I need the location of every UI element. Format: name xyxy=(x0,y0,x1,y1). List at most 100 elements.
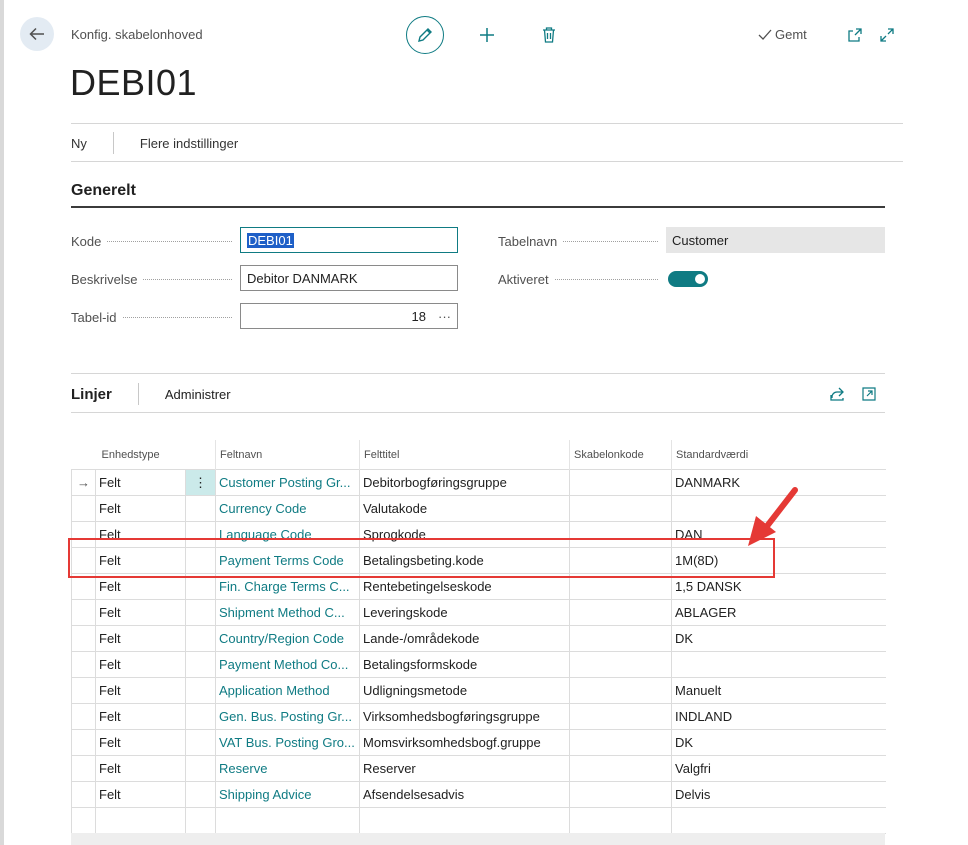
field-name-cell[interactable]: Language Code xyxy=(215,521,360,548)
description-field[interactable]: Debitor DANMARK xyxy=(240,265,458,291)
field-name-cell[interactable]: Payment Method Co... xyxy=(215,651,360,678)
table-row[interactable]: Felt Gen. Bus. Posting Gr... Virksomhedsbo… xyxy=(71,703,886,730)
column-header-default-value[interactable]: Standardværdi xyxy=(671,440,886,470)
more-options-action[interactable]: Flere indstillinger xyxy=(140,136,238,151)
unit-type-cell[interactable]: Felt xyxy=(95,729,186,756)
field-name-cell[interactable]: Application Method xyxy=(215,677,360,704)
default-value-cell[interactable]: ABLAGER xyxy=(671,599,886,626)
field-name-cell[interactable]: Gen. Bus. Posting Gr... xyxy=(215,703,360,730)
unit-type-cell[interactable]: Felt xyxy=(95,469,186,496)
back-button[interactable] xyxy=(20,17,54,51)
template-code-cell[interactable] xyxy=(569,755,672,782)
unit-type-cell[interactable]: Felt xyxy=(95,521,186,548)
template-code-cell[interactable] xyxy=(569,547,672,574)
unit-type-cell[interactable]: Felt xyxy=(95,599,186,626)
unit-type-cell[interactable]: Felt xyxy=(95,781,186,808)
template-code-cell[interactable] xyxy=(569,495,672,522)
unit-type-cell[interactable]: Felt xyxy=(95,755,186,782)
new-record-button[interactable] xyxy=(476,24,498,46)
field-caption-cell[interactable]: Rentebetingelseskode xyxy=(359,573,570,600)
row-selector[interactable] xyxy=(71,755,96,782)
field-name-cell[interactable]: Country/Region Code xyxy=(215,625,360,652)
row-menu-button[interactable] xyxy=(184,573,216,600)
row-menu-button[interactable] xyxy=(184,677,216,704)
assist-edit-button[interactable]: ··· xyxy=(438,309,451,324)
row-menu-button[interactable] xyxy=(184,599,216,626)
default-value-cell[interactable]: DK xyxy=(671,729,886,756)
default-value-cell[interactable]: Valgfri xyxy=(671,755,886,782)
row-menu-button[interactable] xyxy=(184,755,216,782)
row-selector[interactable] xyxy=(71,547,96,574)
field-caption-cell[interactable]: Sprogkode xyxy=(359,521,570,548)
field-caption-cell[interactable]: Virksomhedsbogføringsgruppe xyxy=(359,703,570,730)
expand-lines-button[interactable] xyxy=(859,384,879,404)
enabled-toggle[interactable] xyxy=(668,271,708,287)
empty-new-row[interactable] xyxy=(71,807,886,834)
empty-cell[interactable] xyxy=(184,807,216,834)
table-row[interactable]: Felt VAT Bus. Posting Gro... Momsvirksomhe… xyxy=(71,729,886,756)
unit-type-cell[interactable]: Felt xyxy=(95,625,186,652)
column-header-field-caption[interactable]: Felttitel xyxy=(359,440,570,470)
default-value-cell[interactable]: 1,5 DANSK xyxy=(671,573,886,600)
default-value-cell[interactable]: 1M(8D) xyxy=(671,547,886,574)
field-caption-cell[interactable]: Betalingsbeting.kode xyxy=(359,547,570,574)
field-name-cell[interactable]: Reserve xyxy=(215,755,360,782)
column-header-unit-type[interactable]: Enhedstype xyxy=(96,440,216,470)
unit-type-cell[interactable]: Felt xyxy=(95,651,186,678)
table-row[interactable]: Felt Shipping Advice Afsendelsesadvis Delvi… xyxy=(71,781,886,808)
template-code-cell[interactable] xyxy=(569,729,672,756)
row-selector[interactable]: → xyxy=(71,469,96,496)
field-caption-cell[interactable]: Leveringskode xyxy=(359,599,570,626)
column-header-template-code[interactable]: Skabelonkode xyxy=(569,440,672,470)
new-action[interactable]: Ny xyxy=(71,136,87,151)
row-selector[interactable] xyxy=(71,703,96,730)
field-name-cell[interactable]: Fin. Charge Terms C... xyxy=(215,573,360,600)
field-name-cell[interactable]: VAT Bus. Posting Gro... xyxy=(215,729,360,756)
row-menu-button[interactable] xyxy=(184,781,216,808)
template-code-cell[interactable] xyxy=(569,469,672,496)
share-button[interactable] xyxy=(827,384,847,404)
row-menu-button[interactable] xyxy=(184,703,216,730)
default-value-cell[interactable]: INDLAND xyxy=(671,703,886,730)
field-caption-cell[interactable]: Debitorbogføringsgruppe xyxy=(359,469,570,496)
field-caption-cell[interactable]: Reserver xyxy=(359,755,570,782)
row-menu-button[interactable] xyxy=(184,651,216,678)
field-caption-cell[interactable]: Lande-/områdekode xyxy=(359,625,570,652)
table-row[interactable]: Felt Country/Region Code Lande-/områdekode… xyxy=(71,625,886,652)
field-name-cell[interactable]: Shipping Advice xyxy=(215,781,360,808)
row-menu-button[interactable] xyxy=(184,495,216,522)
field-name-cell[interactable]: Payment Terms Code xyxy=(215,547,360,574)
manage-action[interactable]: Administrer xyxy=(165,387,231,402)
field-caption-cell[interactable]: Betalingsformskode xyxy=(359,651,570,678)
row-selector[interactable] xyxy=(71,599,96,626)
template-code-cell[interactable] xyxy=(569,651,672,678)
table-id-field[interactable]: 18 ··· xyxy=(240,303,458,329)
field-name-cell[interactable]: Currency Code xyxy=(215,495,360,522)
unit-type-cell[interactable]: Felt xyxy=(95,677,186,704)
unit-type-cell[interactable]: Felt xyxy=(95,703,186,730)
template-code-cell[interactable] xyxy=(569,521,672,548)
row-selector[interactable] xyxy=(71,495,96,522)
empty-cell[interactable] xyxy=(71,807,96,834)
row-menu-button[interactable] xyxy=(184,625,216,652)
row-selector[interactable] xyxy=(71,729,96,756)
template-code-cell[interactable] xyxy=(569,781,672,808)
edit-button[interactable] xyxy=(406,16,444,54)
unit-type-cell[interactable]: Felt xyxy=(95,547,186,574)
table-row[interactable]: Felt Payment Terms Code Betalingsbeting.ko… xyxy=(71,547,886,574)
empty-cell[interactable] xyxy=(569,807,672,834)
table-row[interactable]: Felt Payment Method Co... Betalingsformsko… xyxy=(71,651,886,678)
empty-cell[interactable] xyxy=(215,807,360,834)
template-code-cell[interactable] xyxy=(569,703,672,730)
row-selector[interactable] xyxy=(71,781,96,808)
default-value-cell[interactable]: Delvis xyxy=(671,781,886,808)
unit-type-cell[interactable]: Felt xyxy=(95,573,186,600)
field-name-cell[interactable]: Shipment Method C... xyxy=(215,599,360,626)
template-code-cell[interactable] xyxy=(569,573,672,600)
template-code-cell[interactable] xyxy=(569,625,672,652)
row-selector[interactable] xyxy=(71,573,96,600)
table-row[interactable]: Felt Reserve Reserver Valgfri xyxy=(71,755,886,782)
row-menu-button[interactable]: ⋮ xyxy=(184,469,216,496)
default-value-cell[interactable] xyxy=(671,651,886,678)
template-code-cell[interactable] xyxy=(569,677,672,704)
